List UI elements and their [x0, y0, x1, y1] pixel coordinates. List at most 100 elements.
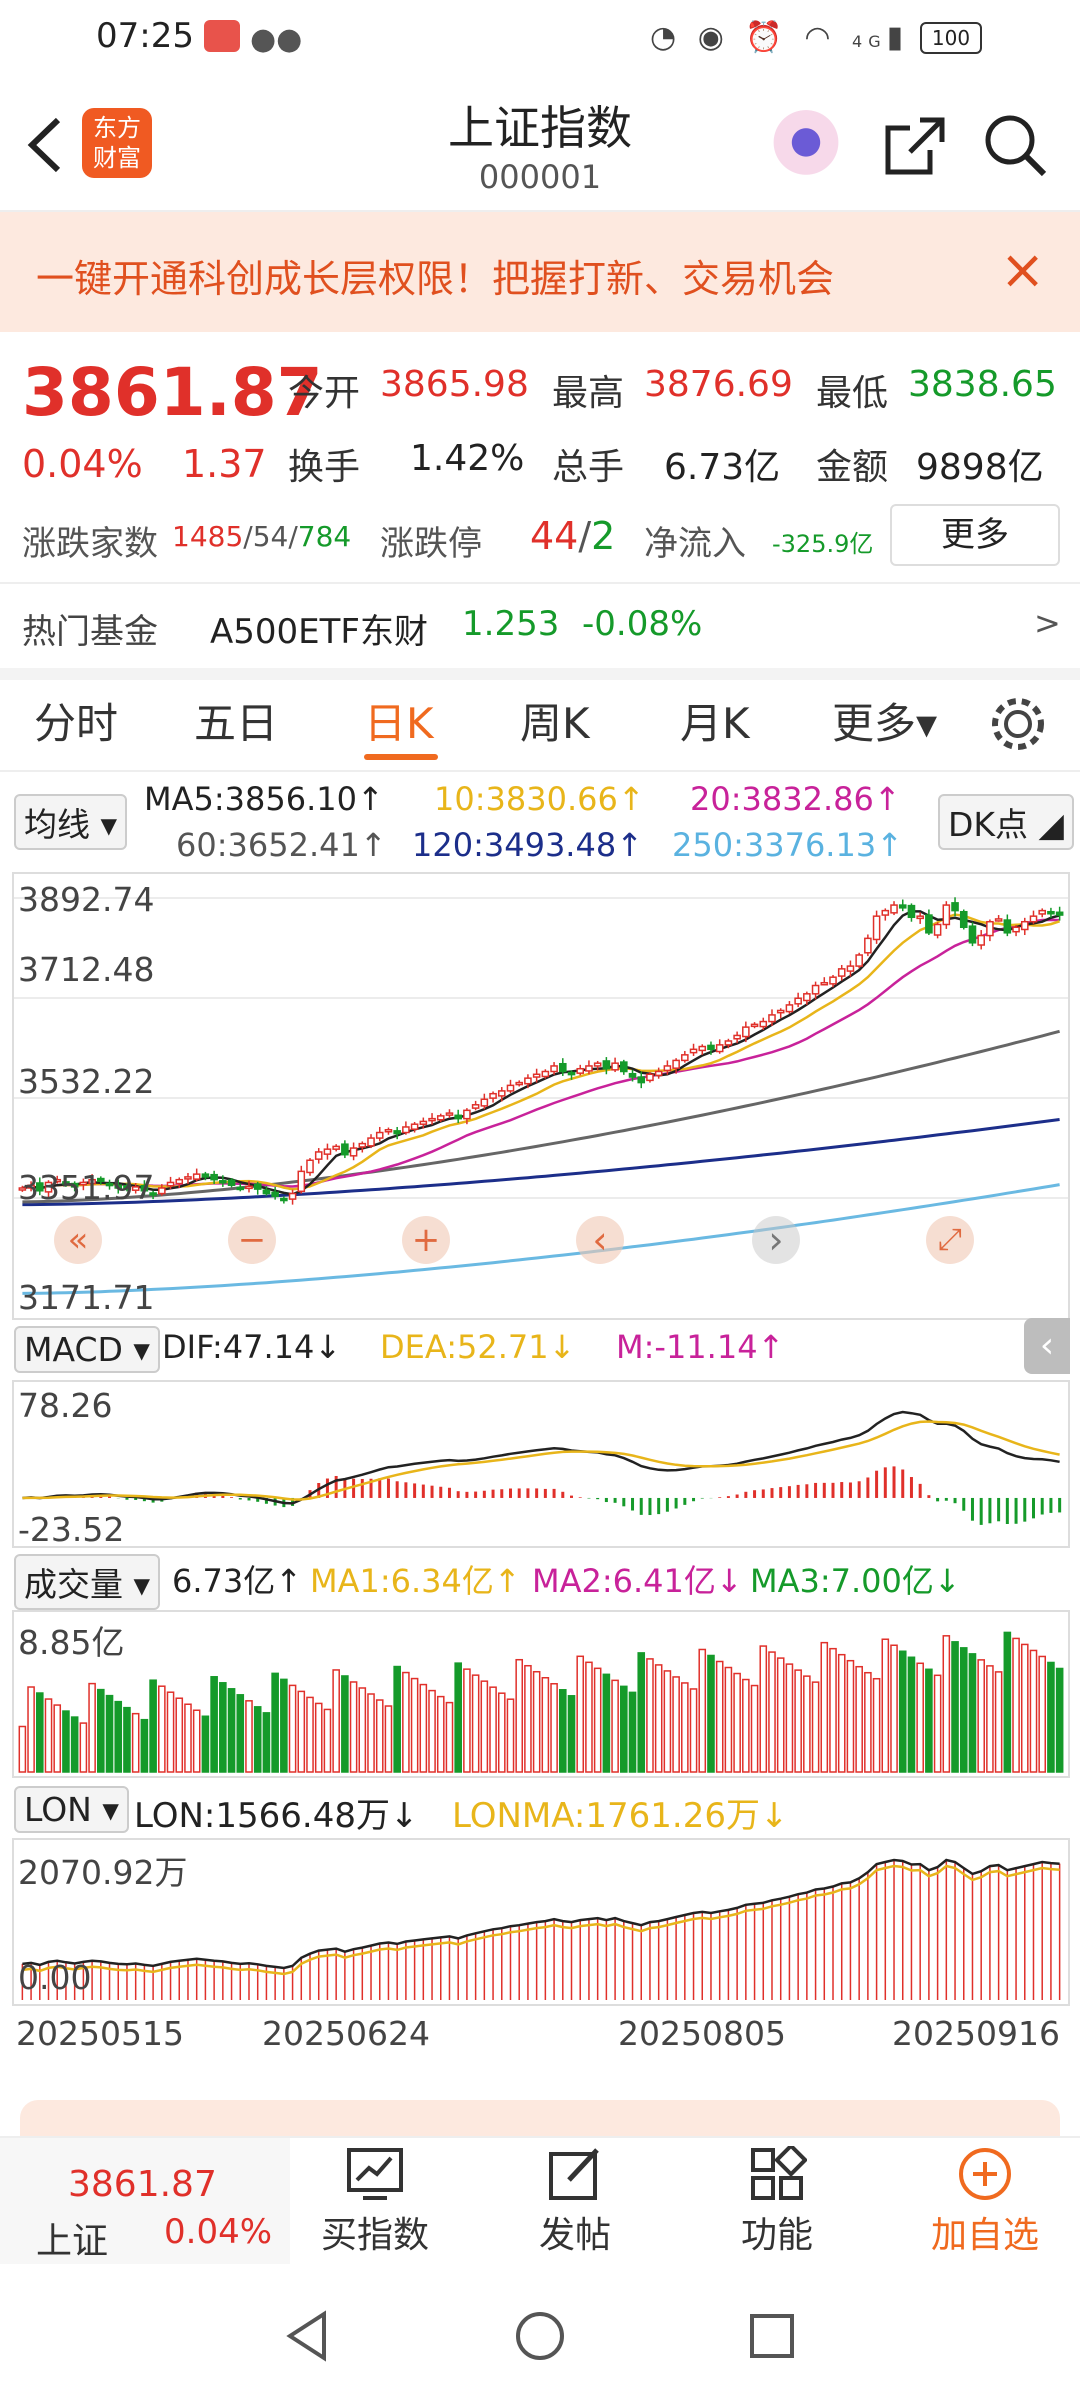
macd-m: M:-11.14↑ [616, 1328, 785, 1366]
volume-bar [245, 1700, 253, 1773]
candle-body [158, 1187, 166, 1195]
candle-body [593, 1062, 602, 1067]
ma250-value: 250:3376.13↑ [672, 826, 903, 864]
price-tick: 3171.71 [18, 1278, 155, 1317]
tab-daily-k[interactable]: 日K [364, 690, 434, 751]
promo-banner[interactable]: 一键开通科创成长层权限！把握打新、交易机会 × [0, 212, 1080, 332]
kline-chart[interactable]: 3892.74 3712.48 3532.22 3351.97 3171.71 … [12, 872, 1070, 1320]
ma-legend: 均线 ▾ MA5:3856.10↑ 10:3830.66↑ 20:3832.86… [0, 772, 1080, 872]
candle-body [567, 1071, 576, 1076]
system-nav-bar [0, 2264, 1080, 2400]
zoom-in-button[interactable]: + [402, 1216, 450, 1264]
volume-bar [53, 1704, 62, 1773]
collapse-panel-button[interactable]: ‹ [1024, 1318, 1070, 1374]
volume-bar [419, 1683, 428, 1773]
tab-monthly-k[interactable]: 月K [680, 690, 750, 751]
volume-bar [532, 1670, 541, 1773]
macd-select[interactable]: MACD ▾ [14, 1326, 160, 1373]
nav-home-icon[interactable] [512, 2308, 568, 2364]
candle-body [811, 984, 820, 995]
nav-recents-icon[interactable] [744, 2308, 800, 2364]
buy-index-label: 买指数 [320, 2215, 429, 2256]
candle-body [524, 1077, 532, 1085]
volume-bar [602, 1673, 611, 1773]
dk-point-toggle[interactable]: DK点 ◢ [938, 794, 1074, 850]
candle-body [384, 1128, 393, 1133]
volume-bar [855, 1665, 863, 1773]
share-button[interactable] [880, 110, 950, 184]
functions-button[interactable]: 功能 [712, 2138, 842, 2266]
volume-bar [794, 1669, 802, 1773]
candle-body [994, 918, 1003, 922]
limit-down: 2 [591, 514, 616, 558]
ma-line [22, 918, 1060, 1190]
chart-control-bar: « − + ‹ › ⤢ [14, 1210, 1068, 1270]
active-tab-indicator [364, 754, 438, 760]
lon-legend: LON ▾ LON:1566.48万↓ LONMA:1761.26万↓ [0, 1778, 1080, 1838]
chart-settings-button[interactable] [988, 694, 1048, 758]
fullscreen-button[interactable]: ⤢ [926, 1216, 974, 1264]
add-watchlist-button[interactable]: 加自选 [910, 2138, 1060, 2266]
candle-body [402, 1126, 410, 1134]
scroll-start-button[interactable]: « [54, 1216, 102, 1264]
tab-intraday[interactable]: 分时 [34, 690, 118, 751]
high-label: 最高 [552, 373, 625, 414]
candle-body [550, 1065, 558, 1073]
scroll-right-button[interactable]: › [752, 1216, 800, 1264]
price-tick: 3532.22 [18, 1062, 155, 1101]
assistant-avatar-icon[interactable] [770, 110, 842, 182]
macd-select-label: MACD [24, 1330, 123, 1369]
candle-body [959, 910, 968, 929]
tab-more[interactable]: 更多▾ [832, 690, 937, 751]
post-button[interactable]: 发帖 [510, 2138, 640, 2266]
candle-body [454, 1114, 462, 1120]
lon-top-tick: 2070.92万 [18, 1853, 188, 1892]
ma-select[interactable]: 均线 ▾ [14, 794, 128, 850]
volume-bar [297, 1690, 306, 1773]
volume-chart[interactable]: 8.85亿 [12, 1610, 1070, 1778]
index-mini-quote[interactable]: 3861.87 上证 0.04% [0, 2138, 290, 2266]
add-watchlist-label: 加自选 [930, 2215, 1039, 2256]
date-tick: 20250916 [892, 2014, 1060, 2053]
volume-select[interactable]: 成交量 ▾ [14, 1554, 161, 1610]
volume-bar [358, 1687, 367, 1773]
date-tick: 20250624 [262, 2014, 430, 2053]
volume-bar [585, 1661, 593, 1773]
lon-chart[interactable]: 2070.92万 0.00 [12, 1838, 1070, 2006]
volume-bar [184, 1703, 192, 1773]
candle-body [410, 1123, 419, 1130]
candle-body [515, 1081, 524, 1086]
volume-bar [724, 1666, 733, 1773]
chart-trend-icon [347, 2148, 403, 2200]
tab-five-day[interactable]: 五日 [194, 690, 278, 751]
candle-body [698, 1045, 707, 1052]
volume-bar [933, 1674, 942, 1773]
hot-fund-row[interactable]: 热门基金 A500ETF东财 1.253 -0.08% > [0, 584, 1080, 670]
promo-strip[interactable] [20, 2100, 1060, 2136]
tab-weekly-k[interactable]: 周K [520, 690, 590, 751]
banner-close-icon[interactable]: × [1000, 238, 1045, 301]
open-label: 今开 [288, 373, 361, 414]
candle-body [733, 1034, 741, 1040]
candle-body [881, 909, 890, 916]
volume-bar [114, 1700, 123, 1773]
volume-bar [62, 1710, 70, 1773]
nav-back-icon[interactable] [280, 2308, 336, 2364]
ma60-value: 60:3652.41↑ [176, 826, 387, 864]
macd-chart[interactable]: 78.26 -23.52 [12, 1380, 1070, 1549]
search-button[interactable] [980, 110, 1050, 184]
volume-bar [881, 1638, 890, 1773]
more-quote-button[interactable]: 更多 [890, 504, 1060, 566]
scroll-left-button[interactable]: ‹ [576, 1216, 624, 1264]
candle-body [201, 1173, 210, 1178]
hot-fund-change: -0.08% [582, 604, 703, 644]
volume-bar [715, 1660, 724, 1773]
buy-index-button[interactable]: 买指数 [310, 2138, 440, 2266]
ma5-value: MA5:3856.10↑ [144, 780, 384, 818]
status-bar: 07:25 ●● ◔ ◉ ⏰ ◠ 4G▮ 100 [0, 0, 1080, 80]
candle-body [855, 954, 863, 967]
zoom-out-button[interactable]: − [228, 1216, 276, 1264]
candle-body [576, 1067, 585, 1074]
lon-select[interactable]: LON ▾ [14, 1786, 129, 1833]
volume-bar [994, 1671, 1003, 1773]
